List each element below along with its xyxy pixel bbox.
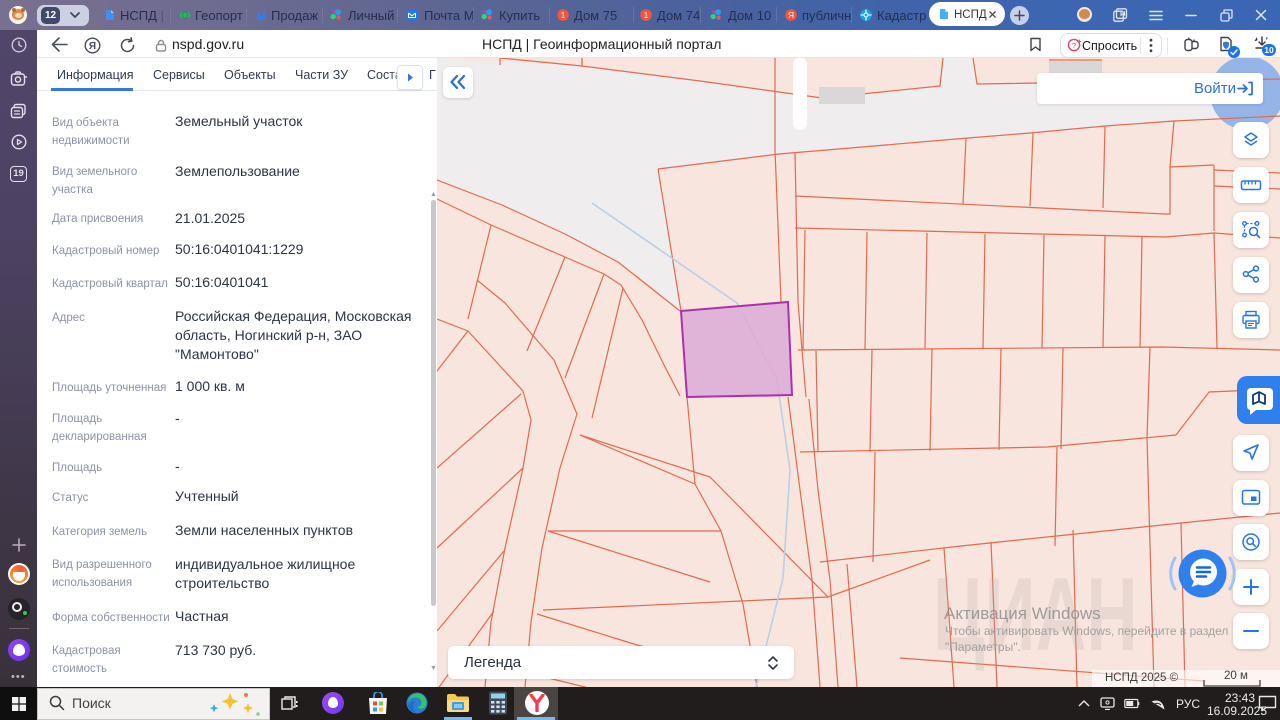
svg-text:Я: Я bbox=[89, 41, 96, 52]
svg-text:1: 1 bbox=[561, 11, 566, 20]
svg-text:Я: Я bbox=[788, 10, 794, 20]
svg-text:?: ? bbox=[1072, 41, 1076, 50]
svg-text:1: 1 bbox=[644, 11, 649, 20]
